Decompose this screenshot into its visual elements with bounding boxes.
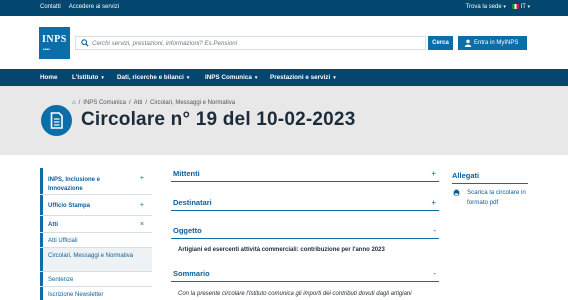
allegati-heading: Allegati <box>452 171 480 180</box>
sidebar-item-sentenze[interactable]: Sentenze <box>40 272 152 287</box>
download-pdf-link[interactable]: Scarica la circolare in formato pdf <box>467 188 527 208</box>
nav-istituto[interactable]: L'Istituto ▾ <box>72 74 104 81</box>
sidebar-item-label: INPS, Inclusione e Innovazione <box>48 177 101 192</box>
sommario-text: Con la presente circolare l'Istituto com… <box>178 291 412 297</box>
sidebar-item-atti-ufficiali[interactable]: Atti Ufficiali <box>40 233 152 248</box>
chevron-down-icon: ▾ <box>101 75 104 81</box>
nav-prestazioni-label: Prestazioni e servizi <box>270 74 331 81</box>
sidebar-item-label: Circolari, Messaggi e Normativa <box>48 253 134 259</box>
sidebar-item-label: Atti <box>48 222 58 228</box>
trova-sede-label: Trova la sede <box>465 4 502 11</box>
myinps-button[interactable]: Entra in MyINPS <box>458 36 527 50</box>
breadcrumb-separator: / <box>78 100 81 106</box>
oggetto-text: Artigiani ed esercenti attività commerci… <box>178 247 385 253</box>
inps-logo[interactable]: INPS •••• <box>39 27 70 59</box>
sidebar-active-bar <box>40 168 43 194</box>
sidebar-item-ufficio-stampa[interactable]: Ufficio Stampa + <box>40 195 152 216</box>
sidebar-item-inclusione[interactable]: INPS, Inclusione e Innovazione + <box>40 168 152 195</box>
section-title: Sommario <box>173 269 210 278</box>
chevron-down-icon: ▾ <box>503 4 506 11</box>
chevron-down-icon: ▾ <box>527 4 530 11</box>
expand-icon[interactable]: + <box>431 169 436 178</box>
breadcrumb-separator: / <box>145 100 147 106</box>
download-pdf-icon <box>453 189 460 196</box>
breadcrumb-separator: / <box>128 100 131 106</box>
accedere-servizi-link[interactable]: Accedere ai servizi <box>69 4 119 10</box>
expand-icon[interactable]: + <box>140 175 144 182</box>
section-mittenti[interactable]: Mittenti + <box>171 168 439 182</box>
breadcrumb: ⌂ / INPS Comunica / Atti / Circolari, Messaggi… <box>72 100 235 106</box>
section-title: Oggetto <box>173 226 202 235</box>
sidebar-item-label: Iscrizione Newsletter <box>48 292 104 298</box>
home-icon[interactable]: ⌂ <box>72 100 76 106</box>
sidebar-item-newsletter[interactable]: Iscrizione Newsletter <box>40 287 152 300</box>
nav-home-label: Home <box>40 74 58 81</box>
section-title: Destinatari <box>173 198 212 207</box>
allegati-divider <box>452 183 528 184</box>
nav-istituto-label: L'Istituto <box>72 74 99 81</box>
page: Contatti Accedere ai servizi Trova la se… <box>0 0 568 300</box>
document-icon <box>41 105 72 136</box>
nav-dati-ricerche[interactable]: Dati, ricerche e bilanci ▾ <box>117 74 189 81</box>
logo-decoration: •••• <box>43 47 51 53</box>
page-title: Circolare n° 19 del 10-02-2023 <box>81 109 356 130</box>
breadcrumb-item[interactable]: Atti <box>134 100 143 106</box>
collapse-icon[interactable]: - <box>433 226 436 235</box>
top-utility-bar: Contatti Accedere ai servizi Trova la se… <box>0 0 568 16</box>
trova-sede-link[interactable]: Trova la sede ▾ <box>466 4 506 10</box>
section-destinatari[interactable]: Destinatari + <box>171 197 439 211</box>
sidebar-item-atti[interactable]: Atti × <box>40 216 152 233</box>
user-icon <box>464 39 472 47</box>
sidebar: INPS, Inclusione e Innovazione + Ufficio… <box>40 168 152 300</box>
logo-text: INPS <box>42 34 67 45</box>
chevron-down-icon: ▾ <box>333 75 336 81</box>
search-input[interactable]: Cerchi servizi, prestazioni, informazion… <box>75 36 426 50</box>
chevron-down-icon: ▾ <box>186 75 190 81</box>
search-button[interactable]: Cerca <box>428 36 453 50</box>
search-placeholder: Cerchi servizi, prestazioni, informazion… <box>92 40 238 47</box>
section-oggetto[interactable]: Oggetto - <box>171 225 439 239</box>
nav-home[interactable]: Home <box>40 74 58 81</box>
sidebar-active-bar <box>40 195 43 215</box>
collapse-icon[interactable]: - <box>433 269 436 278</box>
sidebar-active-bar <box>40 248 43 271</box>
nav-inps-comunica[interactable]: INPS Comunica ▾ <box>205 74 257 81</box>
language-selector[interactable]: IT ▾ <box>511 4 530 11</box>
sidebar-active-bar <box>40 216 43 232</box>
sidebar-active-bar <box>40 287 43 300</box>
italian-flag-icon <box>511 4 519 9</box>
document-glyph <box>50 112 63 129</box>
language-label: IT <box>520 4 526 11</box>
sidebar-item-circolari[interactable]: Circolari, Messaggi e Normativa <box>40 248 152 272</box>
nav-prestazioni[interactable]: Prestazioni e servizi ▾ <box>270 74 336 81</box>
nav-comunica-label: INPS Comunica <box>205 74 252 81</box>
section-title: Mittenti <box>173 169 200 178</box>
nav-dati-label: Dati, ricerche e bilanci <box>117 74 184 81</box>
collapse-icon[interactable]: × <box>140 221 144 228</box>
sidebar-item-label: Atti Ufficiali <box>48 238 78 244</box>
sidebar-active-bar <box>40 233 43 247</box>
contatti-link[interactable]: Contatti <box>40 4 61 10</box>
expand-icon[interactable]: + <box>140 202 144 209</box>
myinps-label: Entra in MyINPS <box>474 40 519 46</box>
sidebar-item-label: Ufficio Stampa <box>48 203 91 209</box>
breadcrumb-item[interactable]: Circolari, Messaggi e Normativa <box>150 100 235 106</box>
main-navigation: Home L'Istituto ▾ Dati, ricerche e bilanc… <box>0 69 568 86</box>
chevron-down-icon: ▾ <box>254 75 258 81</box>
breadcrumb-item[interactable]: INPS Comunica <box>83 100 126 106</box>
expand-icon[interactable]: + <box>431 198 436 207</box>
search-icon <box>81 39 89 47</box>
sidebar-item-label: Sentenze <box>48 277 74 283</box>
section-sommario[interactable]: Sommario - <box>171 268 439 282</box>
sidebar-active-bar <box>40 272 43 286</box>
